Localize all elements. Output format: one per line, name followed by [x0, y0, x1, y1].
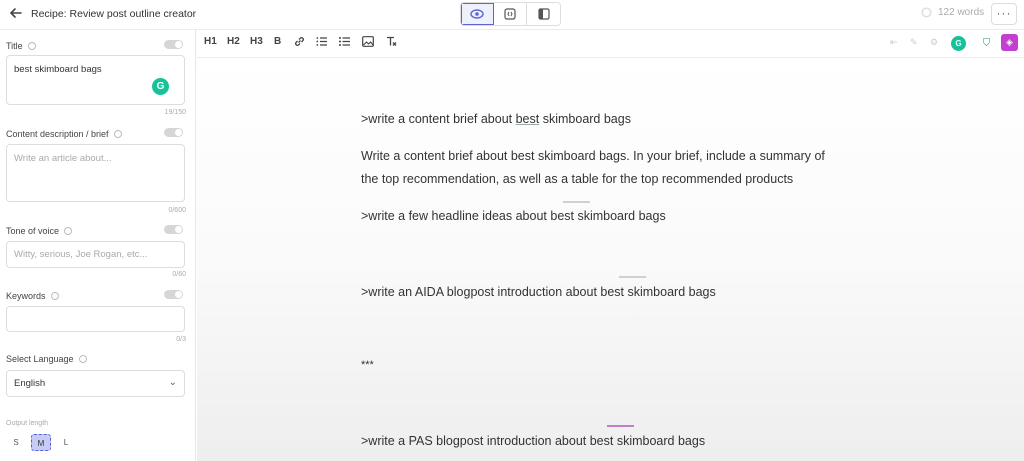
description-counter: 0/600 — [168, 207, 186, 214]
view-split-button[interactable] — [527, 3, 560, 25]
info-icon — [113, 130, 122, 138]
title-toggle[interactable] — [164, 40, 183, 49]
tone-placeholder: Witty, serious, Joe Rogan, etc... — [14, 249, 148, 260]
language-field-label: Select Language — [6, 354, 87, 364]
description-placeholder: Write an article about... — [14, 153, 112, 164]
line-text: skimboard bags — [539, 112, 631, 126]
view-mode-toggle — [460, 2, 561, 26]
link-button[interactable] — [294, 36, 305, 50]
output-size-m[interactable]: M — [31, 434, 51, 451]
info-icon — [78, 355, 87, 363]
language-selected-value: English — [14, 378, 46, 389]
description-field-label: Content description / brief — [6, 129, 122, 139]
spellcheck-word[interactable]: best — [516, 112, 540, 126]
back-button[interactable] — [7, 6, 25, 24]
keywords-label-text: Keywords — [6, 291, 46, 301]
output-length-label: Output length — [6, 420, 49, 427]
ordered-list-icon — [316, 37, 327, 46]
language-select[interactable]: English ⌄ — [6, 370, 185, 397]
bold-button[interactable]: B — [274, 36, 281, 47]
spinner-icon — [921, 7, 932, 18]
info-icon — [50, 292, 59, 300]
view-code-button[interactable] — [494, 3, 527, 25]
block-divider — [563, 201, 590, 203]
keywords-input[interactable] — [6, 306, 185, 332]
split-panel-icon — [537, 8, 550, 20]
tone-toggle[interactable] — [164, 225, 183, 234]
editor-line[interactable]: >write an AIDA blogpost introduction abo… — [361, 285, 716, 299]
image-button[interactable] — [362, 36, 374, 50]
word-count-label: 122 words — [938, 7, 985, 18]
title-input-value: best skimboard bags — [14, 64, 102, 75]
document-editor[interactable]: >write a content brief about best skimbo… — [197, 59, 1024, 461]
shield-icon[interactable]: ⛉ — [980, 37, 993, 50]
editor-toolbar: H1 H2 H3 B ⇤ ✎ ⚙ G ⛉ ◈ — [197, 30, 1024, 58]
grammarly-icon[interactable]: G — [152, 78, 169, 95]
bullet-list-icon — [339, 37, 350, 46]
editor-line[interactable]: Write a content brief about best skimboa… — [361, 149, 825, 163]
info-icon — [64, 227, 73, 235]
code-view-icon — [504, 8, 516, 20]
tone-label-text: Tone of voice — [6, 226, 60, 236]
word-count: 122 words — [921, 7, 984, 18]
block-divider — [607, 425, 634, 427]
arrow-left-icon — [9, 8, 22, 18]
ordered-list-button[interactable] — [316, 36, 327, 50]
page-title: Recipe: Review post outline creator — [31, 8, 197, 20]
keywords-field-label: Keywords — [6, 291, 59, 301]
undo-icon[interactable]: ⇤ — [890, 37, 898, 48]
clear-format-icon — [387, 36, 397, 46]
title-field-label: Title — [6, 41, 36, 51]
eye-icon — [470, 9, 484, 19]
editor-line[interactable]: >write a content brief about best skimbo… — [361, 112, 631, 126]
link-icon — [295, 37, 304, 46]
editor-line[interactable]: >write a PAS blogpost introduction about… — [361, 434, 705, 448]
plugin-icon[interactable]: ◈ — [1001, 34, 1018, 51]
line-text: >write a content brief about — [361, 112, 516, 126]
output-size-l[interactable]: L — [56, 434, 76, 451]
title-label-text: Title — [6, 41, 23, 51]
description-label-text: Content description / brief — [6, 129, 109, 139]
description-input[interactable]: Write an article about... — [6, 144, 185, 202]
keywords-toggle[interactable] — [164, 290, 183, 299]
heading-3-button[interactable]: H3 — [250, 36, 263, 47]
settings-icon[interactable]: ⚙ — [930, 37, 938, 48]
output-size-s[interactable]: S — [6, 434, 26, 451]
editor-line[interactable]: the top recommendation, as well as a tab… — [361, 172, 793, 186]
tone-input[interactable]: Witty, serious, Joe Rogan, etc... — [6, 241, 185, 268]
view-preview-button[interactable] — [461, 3, 494, 25]
output-length-options: S M L — [6, 434, 76, 451]
info-icon — [27, 42, 36, 50]
editor-line[interactable]: >write a few headline ideas about best s… — [361, 209, 666, 223]
block-divider — [619, 276, 646, 278]
chevron-down-icon: ⌄ — [168, 377, 177, 388]
more-options-button[interactable]: ··· — [991, 3, 1017, 25]
heading-2-button[interactable]: H2 — [227, 36, 240, 47]
tone-counter: 0/60 — [172, 271, 186, 278]
grammarly-button[interactable]: G — [951, 36, 966, 51]
language-label-text: Select Language — [6, 354, 74, 364]
pencil-icon[interactable]: ✎ — [910, 37, 918, 48]
image-icon — [362, 36, 374, 47]
clear-format-button[interactable] — [386, 36, 397, 50]
heading-1-button[interactable]: H1 — [204, 36, 217, 47]
tone-field-label: Tone of voice — [6, 226, 73, 236]
keywords-counter: 0/3 — [176, 336, 186, 343]
title-counter: 19/150 — [164, 109, 186, 116]
recipe-sidebar: Title best skimboard bags G 19/150 Conte… — [0, 30, 196, 461]
description-toggle[interactable] — [164, 128, 183, 137]
editor-separator[interactable]: *** — [361, 359, 374, 371]
bullet-list-button[interactable] — [339, 36, 350, 50]
top-bar: Recipe: Review post outline creator 122 … — [0, 0, 1024, 30]
